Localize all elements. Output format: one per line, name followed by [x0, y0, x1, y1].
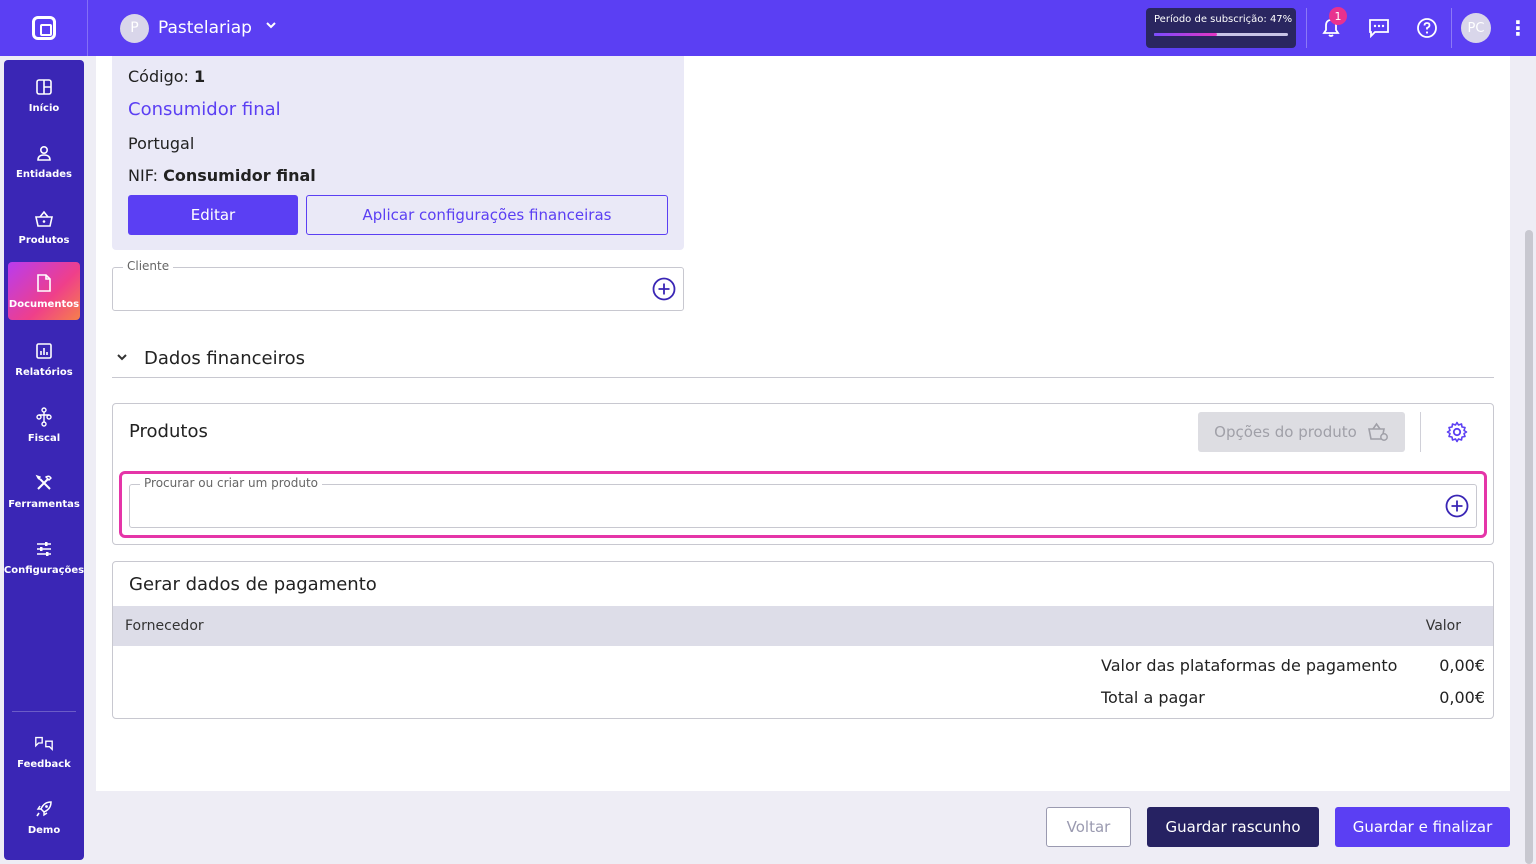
- apply-financial-settings-button[interactable]: Aplicar configurações financeiras: [306, 195, 668, 235]
- hierarchy-icon: [34, 406, 54, 427]
- logo-icon: [31, 16, 56, 40]
- company-name: Pastelariap: [158, 18, 252, 38]
- product-search-label: Procurar ou criar um produto: [140, 476, 323, 490]
- payment-platforms-label: Valor das plataformas de pagamento: [1101, 656, 1398, 675]
- sidebar-item-entidades[interactable]: Entidades: [8, 132, 80, 190]
- sidebar-item-label: Fiscal: [27, 432, 61, 444]
- product-options-label: Opções do produto: [1214, 423, 1357, 441]
- dashboard-icon: [34, 77, 54, 97]
- sidebar-item-demo[interactable]: Demo: [8, 788, 80, 846]
- help-icon: [1417, 18, 1437, 38]
- total-to-pay-value: 0,00€: [1439, 688, 1485, 707]
- sidebar-item-documentos[interactable]: Documentos: [8, 262, 80, 320]
- sidebar-item-inicio[interactable]: Início: [8, 66, 80, 124]
- entity-nif-value: Consumidor final: [163, 166, 316, 185]
- column-supplier: Fornecedor: [125, 618, 204, 634]
- back-button[interactable]: Voltar: [1046, 807, 1131, 847]
- scrollbar[interactable]: [1525, 230, 1533, 864]
- sidebar-divider: [12, 711, 76, 712]
- add-circle-icon[interactable]: [652, 277, 676, 301]
- payment-title: Gerar dados de pagamento: [129, 574, 377, 595]
- product-search-input[interactable]: Procurar ou criar um produto: [129, 476, 1477, 528]
- help-button[interactable]: [1403, 0, 1451, 56]
- chat-icon: [1369, 19, 1389, 38]
- messages-button[interactable]: [1355, 0, 1403, 56]
- add-circle-icon[interactable]: [1445, 494, 1469, 518]
- sidebar-item-configuracoes[interactable]: Configurações: [4, 528, 84, 586]
- edit-button[interactable]: Editar: [128, 195, 298, 235]
- sidebar-item-label: Início: [28, 102, 60, 114]
- top-bar: P Pastelariap Período de subscrição: 47%…: [0, 0, 1536, 56]
- divider: [1420, 412, 1421, 452]
- save-finish-button[interactable]: Guardar e finalizar: [1335, 807, 1510, 847]
- sidebar-item-ferramentas[interactable]: Ferramentas: [8, 462, 80, 520]
- sidebar-item-label: Configurações: [3, 564, 85, 576]
- subscription-period[interactable]: Período de subscrição: 47%: [1146, 8, 1296, 48]
- subscription-progress-track: [1154, 33, 1288, 36]
- sidebar-item-label: Produtos: [18, 234, 70, 246]
- financial-section-header[interactable]: Dados financeiros: [112, 340, 1494, 378]
- total-to-pay-label: Total a pagar: [1101, 688, 1205, 707]
- products-title: Produtos: [129, 421, 208, 442]
- chevron-down-icon: [264, 18, 278, 36]
- tools-icon: [34, 473, 54, 493]
- user-menu[interactable]: PC: [1452, 0, 1500, 56]
- client-field-label: Cliente: [123, 259, 174, 273]
- company-avatar: P: [120, 13, 149, 43]
- payment-panel: Gerar dados de pagamento Fornecedor Valo…: [112, 561, 1494, 719]
- subscription-label: Período de subscrição: 47%: [1154, 14, 1293, 25]
- client-field[interactable]: Cliente: [112, 259, 684, 311]
- sidebar-item-fiscal[interactable]: Fiscal: [8, 396, 80, 454]
- chart-icon: [34, 341, 54, 361]
- entity-country: Portugal: [128, 134, 195, 153]
- chevron-down-icon: [116, 351, 140, 367]
- more-menu-icon[interactable]: ⋮: [1500, 0, 1536, 56]
- company-selector[interactable]: P Pastelariap: [120, 13, 278, 43]
- subscription-progress-fill: [1154, 33, 1217, 36]
- products-panel: Produtos Opções do produto Procurar ou c…: [112, 403, 1494, 545]
- entity-code: Código: 1: [128, 67, 205, 86]
- product-options-button[interactable]: Opções do produto: [1198, 412, 1405, 452]
- entity-nif-label: NIF:: [128, 166, 159, 185]
- main-content: Código: 1 Consumidor final Portugal NIF:…: [96, 56, 1510, 791]
- entity-nif: NIF: Consumidor final: [128, 166, 316, 185]
- sidebar-item-label: Relatórios: [15, 366, 73, 378]
- entity-code-value: 1: [194, 67, 206, 86]
- entity-card: Código: 1 Consumidor final Portugal NIF:…: [112, 56, 684, 250]
- feedback-icon: [34, 733, 54, 753]
- basket-settings-icon: [1367, 422, 1388, 441]
- column-value: Valor: [1425, 618, 1461, 634]
- gear-icon[interactable]: [1446, 421, 1468, 443]
- sidebar-item-label: Entidades: [16, 168, 72, 180]
- sidebar-item-label: Demo: [27, 824, 61, 836]
- entity-code-label: Código:: [128, 67, 189, 86]
- person-icon: [34, 143, 54, 163]
- payment-platforms-value: 0,00€: [1439, 656, 1485, 675]
- document-icon: [34, 273, 54, 293]
- sidebar-item-produtos[interactable]: Produtos: [8, 198, 80, 256]
- sidebar-item-feedback[interactable]: Feedback: [8, 722, 80, 780]
- rocket-icon: [34, 799, 54, 819]
- sliders-icon: [34, 539, 54, 559]
- sidebar-item-label: Feedback: [17, 758, 71, 770]
- app-logo[interactable]: [0, 0, 88, 56]
- sidebar-item-label: Ferramentas: [8, 498, 80, 510]
- save-draft-button[interactable]: Guardar rascunho: [1147, 807, 1319, 847]
- notifications-button[interactable]: 1: [1307, 0, 1355, 56]
- payment-table-header: Fornecedor Valor: [113, 606, 1493, 646]
- basket-icon: [34, 209, 54, 229]
- sidebar-item-label: Documentos: [8, 298, 80, 310]
- notification-badge: 1: [1329, 7, 1347, 25]
- entity-name-link[interactable]: Consumidor final: [128, 99, 281, 120]
- sidebar: Início Entidades Produtos Documentos Rel…: [4, 60, 84, 860]
- sidebar-item-relatorios[interactable]: Relatórios: [8, 330, 80, 388]
- section-title: Dados financeiros: [144, 348, 305, 369]
- avatar: PC: [1461, 13, 1491, 43]
